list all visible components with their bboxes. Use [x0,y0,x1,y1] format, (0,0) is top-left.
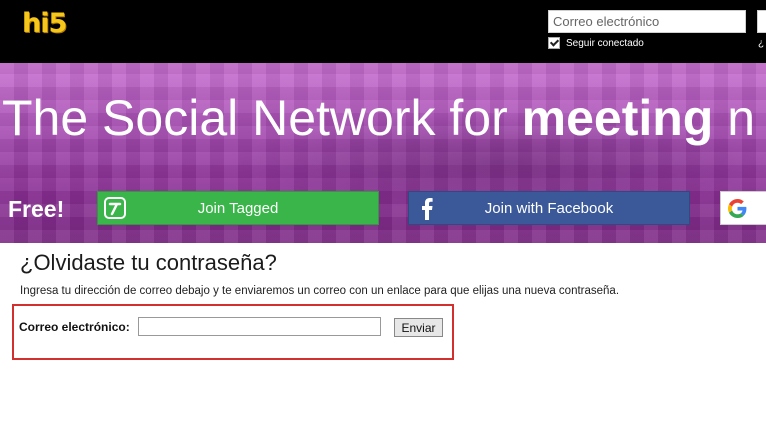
send-button[interactable]: Enviar [394,318,443,337]
join-tagged-label: Join Tagged [197,199,279,217]
free-label: Free! [8,196,65,222]
remember-label: Seguir conectado [566,37,644,49]
google-icon [728,199,747,218]
reset-email-input[interactable] [138,317,381,336]
tagged-icon [104,197,126,219]
join-facebook-label: Join with Facebook [484,199,614,217]
forgot-password-link[interactable]: ¿ [758,38,764,49]
remember-checkbox[interactable] [548,37,560,49]
join-tagged-button[interactable]: Join Tagged [97,191,379,225]
facebook-icon [422,198,433,220]
join-facebook-button[interactable]: Join with Facebook [408,191,690,225]
hi5-logo[interactable]: hi5 [22,8,67,39]
hero-banner: The Social Network for meeting n Free! J… [0,63,766,243]
page-title: ¿Olvidaste tu contraseña? [20,250,277,275]
login-password-input[interactable] [757,10,766,33]
hero-headline: The Social Network for meeting n [2,90,756,146]
login-email-input[interactable] [548,10,746,33]
remember-me[interactable]: Seguir conectado [548,37,644,49]
instructions-text: Ingresa tu dirección de correo debajo y … [20,285,620,297]
join-google-button[interactable] [720,191,766,225]
top-bar: hi5 Seguir conectado ¿ [0,0,766,63]
email-label: Correo electrónico: [19,320,130,334]
